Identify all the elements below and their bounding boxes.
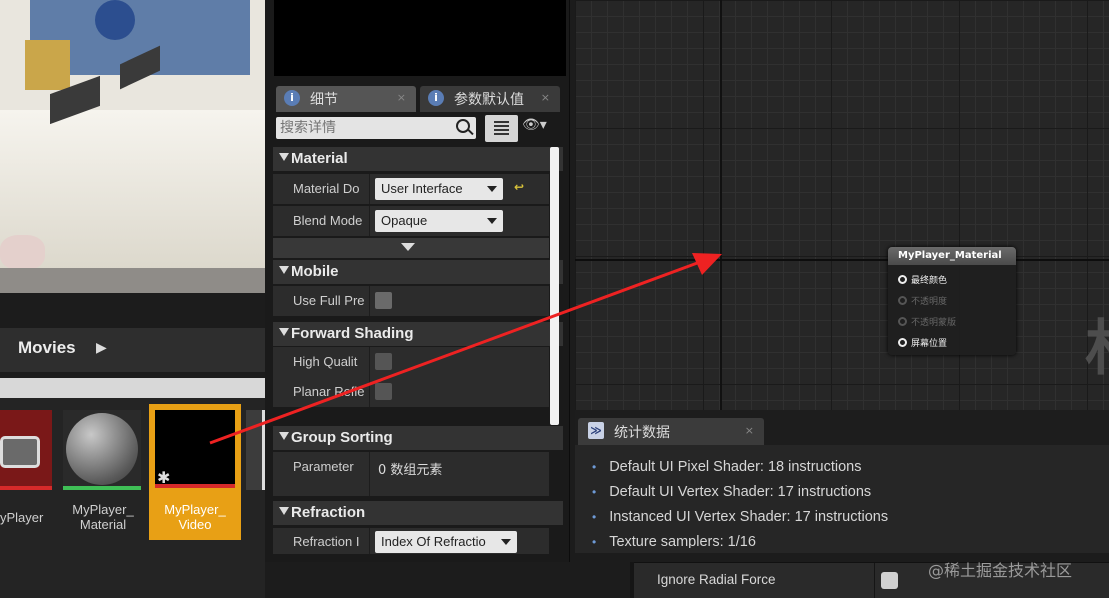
arrow-line xyxy=(209,260,701,445)
annotation-arrow xyxy=(209,253,722,445)
